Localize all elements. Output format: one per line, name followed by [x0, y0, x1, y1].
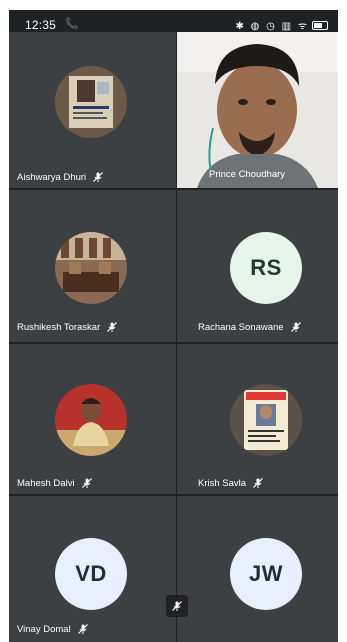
participant-name: Mahesh Dalvi — [17, 477, 93, 489]
battery-icon — [312, 20, 328, 30]
participant-name: Vinay Domal — [17, 623, 89, 635]
participant-tile-rushikesh[interactable]: Rushikesh Toraskar — [9, 190, 176, 342]
participant-name-label: Vinay Domal — [17, 623, 71, 635]
initials-text: RS — [250, 255, 282, 280]
mic-off-icon — [81, 478, 92, 488]
local-mic-toggle[interactable] — [166, 595, 188, 617]
participant-tile-mahesh[interactable]: Mahesh Dalvi — [9, 344, 176, 494]
avatar — [230, 384, 302, 456]
avatar — [55, 66, 127, 138]
status-time: 12:35 — [25, 18, 57, 32]
participant-tile-rachana[interactable]: RS Rachana Sonawane — [177, 190, 338, 342]
avatar — [55, 384, 127, 456]
mic-off-icon — [107, 322, 118, 332]
status-icons-text: ✱ ◍ ◷ ▥ ᯤ — [235, 21, 309, 32]
participant-name: Rachana Sonawane — [198, 321, 302, 333]
avatar-initials: JW — [230, 538, 302, 610]
mic-off-icon — [93, 172, 104, 182]
participant-tile-krish[interactable]: Krish Savla — [177, 344, 338, 494]
avatar-initials: RS — [230, 232, 302, 304]
participant-name-label: Prince Choudhary — [209, 169, 286, 180]
participant-name-label: Krish Savla — [198, 477, 247, 489]
mic-off-icon — [290, 322, 301, 332]
participant-name-label: Rachana Sonawane — [198, 321, 284, 333]
initials-text: VD — [75, 561, 107, 586]
participant-name: Prince Choudhary — [209, 169, 285, 180]
meeting-screen: Aishwarya Dhuri Prince Choudhary Rushike… — [9, 10, 338, 642]
participant-tile-prince[interactable] — [177, 32, 338, 188]
initials-text: JW — [249, 561, 283, 586]
participant-tile-vinay[interactable]: VD Vinay Domal — [9, 496, 176, 642]
participant-name: Rushikesh Toraskar — [17, 321, 118, 333]
status-icons: ✱ ◍ ◷ ▥ ᯤ — [235, 18, 328, 32]
participant-name: Aishwarya Dhuri — [17, 171, 104, 183]
status-bar: 12:35 📞 ✱ ◍ ◷ ▥ ᯤ — [9, 10, 338, 38]
avatar — [55, 232, 127, 304]
room-photo — [55, 232, 127, 304]
phone-call-icon: 📞 — [65, 18, 79, 30]
participant-name: Krish Savla — [198, 477, 264, 489]
participant-name-label: Rushikesh Toraskar — [17, 321, 101, 333]
profile-photo — [55, 384, 127, 456]
participant-name-label: Aishwarya Dhuri — [17, 171, 87, 183]
mic-off-icon — [172, 601, 182, 611]
mic-off-icon — [253, 478, 263, 488]
participant-tile-aishwarya[interactable]: Aishwarya Dhuri — [9, 32, 176, 188]
participant-grid: Aishwarya Dhuri Prince Choudhary Rushike… — [9, 10, 338, 642]
id-card-photo — [230, 384, 302, 456]
video-stream — [177, 32, 338, 188]
id-card-photo — [55, 66, 127, 138]
mic-off-icon — [77, 624, 88, 634]
participant-name-label: Mahesh Dalvi — [17, 477, 75, 489]
avatar-initials: VD — [55, 538, 127, 610]
participant-tile-jw[interactable]: JW — [177, 496, 338, 642]
